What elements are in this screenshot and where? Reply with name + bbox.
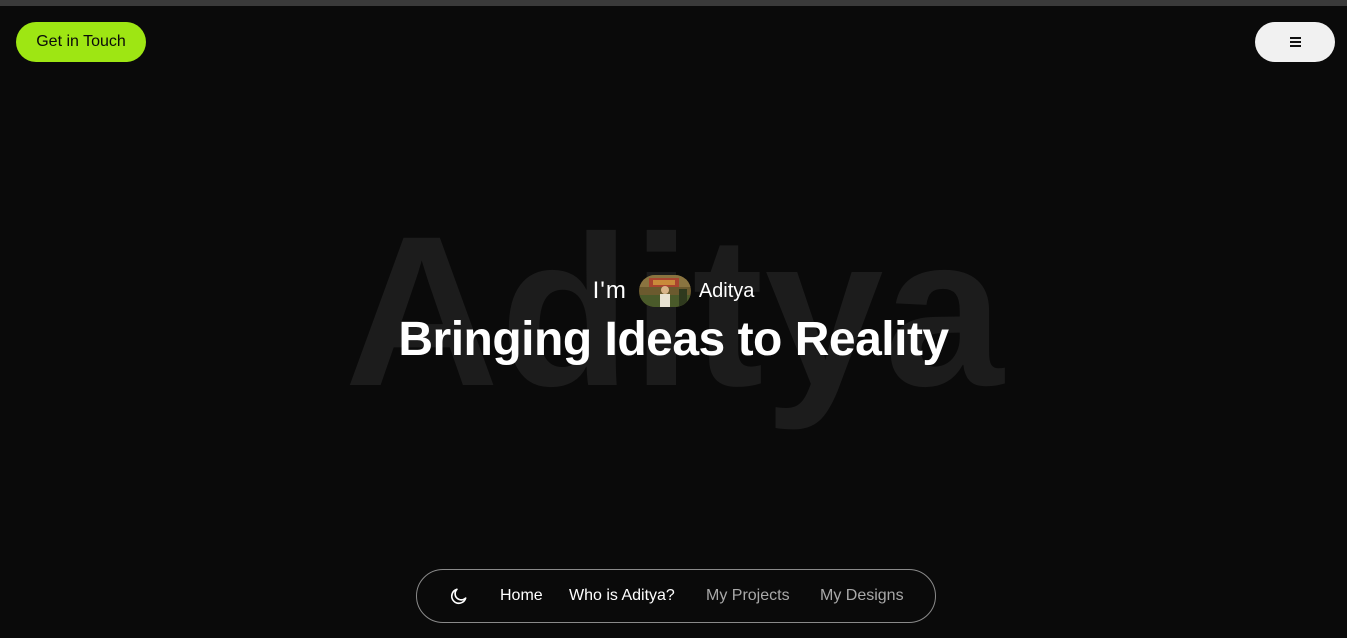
- bottom-nav: Home Who is Aditya? My Projects My Desig…: [416, 569, 936, 623]
- nav-my-projects[interactable]: My Projects: [706, 570, 790, 622]
- nav-my-designs[interactable]: My Designs: [820, 570, 904, 622]
- intro-prefix: I'm: [592, 277, 627, 304]
- get-in-touch-button[interactable]: Get in Touch: [16, 22, 146, 62]
- hero-headline: Bringing Ideas to Reality: [398, 313, 949, 366]
- intro-line: I'm Aditya: [0, 275, 1347, 307]
- nav-home[interactable]: Home: [500, 570, 543, 622]
- avatar: [638, 275, 691, 307]
- intro-name: Aditya: [698, 279, 755, 302]
- hamburger-menu-icon: [1289, 37, 1301, 47]
- theme-toggle-button[interactable]: [449, 586, 469, 606]
- menu-button[interactable]: [1255, 22, 1335, 62]
- nav-who-is-aditya[interactable]: Who is Aditya?: [569, 570, 675, 622]
- moon-icon: [450, 588, 467, 605]
- top-strip: [0, 0, 1347, 6]
